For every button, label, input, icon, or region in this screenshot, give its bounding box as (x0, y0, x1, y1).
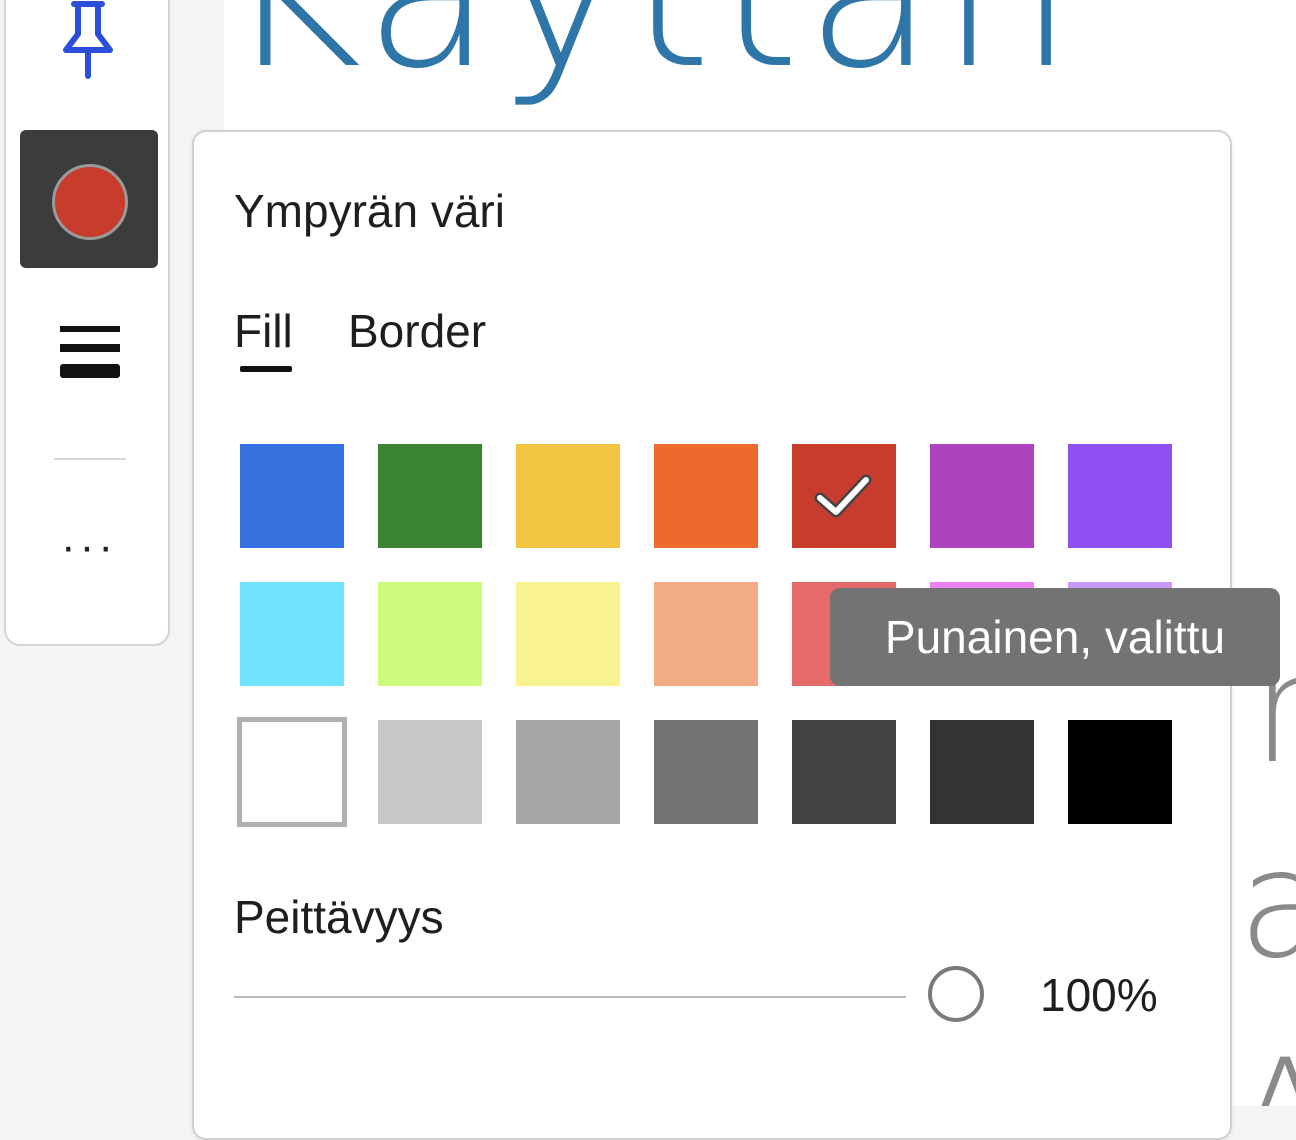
opacity-slider-thumb[interactable] (928, 966, 984, 1022)
more-options-icon[interactable]: ··· (50, 525, 128, 592)
color-swatch[interactable] (930, 720, 1034, 824)
checkmark-icon (814, 474, 872, 518)
color-swatch[interactable] (1068, 444, 1172, 548)
color-swatch[interactable] (378, 582, 482, 686)
opacity-label: Peittävyys (234, 891, 444, 943)
color-swatch[interactable] (378, 444, 482, 548)
color-swatch[interactable] (654, 582, 758, 686)
color-swatch[interactable] (516, 582, 620, 686)
document-text-fragment: ah (1238, 818, 1296, 992)
toolbar-divider (54, 458, 126, 460)
color-swatch[interactable] (516, 444, 620, 548)
opacity-slider-track[interactable] (234, 996, 906, 998)
document-text-fragment: n (1264, 230, 1296, 520)
color-swatch[interactable] (792, 720, 896, 824)
tab-fill[interactable]: Fill (234, 308, 293, 354)
active-tab-indicator (240, 366, 292, 372)
pin-icon[interactable] (56, 0, 120, 82)
opacity-value: 100% (1040, 969, 1158, 1021)
document-text-fragment: A (1234, 1040, 1296, 1106)
color-swatch[interactable] (240, 582, 344, 686)
document-heading: Käyttän (224, 0, 1079, 98)
color-swatch[interactable] (237, 717, 347, 827)
tab-border[interactable]: Border (348, 308, 486, 354)
color-swatch[interactable] (240, 444, 344, 548)
color-swatch[interactable] (792, 444, 896, 548)
popup-title: Ympyrän väri (234, 185, 505, 237)
color-swatch[interactable] (654, 720, 758, 824)
annotation-toolbar: ··· (4, 0, 170, 646)
color-swatch[interactable] (654, 444, 758, 548)
color-swatch[interactable] (930, 444, 1034, 548)
color-swatch[interactable] (1068, 720, 1172, 824)
swatch-tooltip: Punainen, valittu (830, 588, 1280, 686)
line-weight-icon[interactable] (58, 322, 122, 384)
color-swatch[interactable] (378, 720, 482, 824)
color-swatch[interactable] (516, 720, 620, 824)
circle-shape-icon (52, 164, 128, 240)
circle-color-button[interactable] (20, 130, 158, 268)
